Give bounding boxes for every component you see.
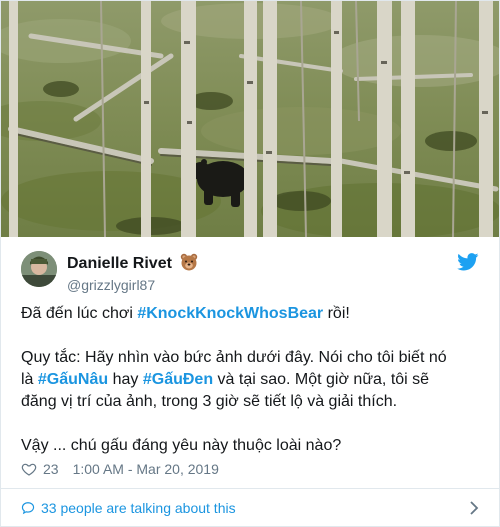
tweet-card: Danielle Rivet @grizzlygirl87 Đã đến lúc… xyxy=(0,0,500,527)
intro-text: Đã đến lúc chơi xyxy=(21,305,138,322)
speech-bubble-icon xyxy=(21,502,35,515)
tweet-photo[interactable] xyxy=(1,1,500,237)
intro-text-end: rồi! xyxy=(323,305,350,322)
handle[interactable]: @grizzlygirl87 xyxy=(67,276,198,294)
tweet-text: Đã đến lúc chơi #KnockKnockWhosBear rồi!… xyxy=(21,303,461,479)
tweet-intro: Đã đến lúc chơi #KnockKnockWhosBear rồi! xyxy=(21,303,461,325)
heart-icon[interactable] xyxy=(21,461,37,477)
conversation-link[interactable]: 33 people are talking about this xyxy=(21,498,479,518)
tweet-header: Danielle Rivet @grizzlygirl87 xyxy=(21,251,479,294)
tweet-meta: 23 1:00 AM - Mar 20, 2019 xyxy=(21,459,219,479)
rules-text-or: hay xyxy=(108,371,143,388)
hashtag-gauden[interactable]: #GấuĐen xyxy=(143,371,213,388)
display-name[interactable]: Danielle Rivet xyxy=(67,255,172,272)
hashtag-gaunau[interactable]: #GấuNâu xyxy=(38,371,108,388)
divider xyxy=(1,488,499,489)
like-count[interactable]: 23 xyxy=(43,461,59,477)
twitter-bird-icon[interactable] xyxy=(457,253,479,271)
talking-count[interactable]: 33 people are talking about this xyxy=(41,500,236,516)
timestamp[interactable]: 1:00 AM - Mar 20, 2019 xyxy=(73,461,219,477)
chevron-right-icon[interactable] xyxy=(469,501,479,515)
avatar[interactable] xyxy=(21,251,57,287)
author-names[interactable]: Danielle Rivet @grizzlygirl87 xyxy=(67,253,198,294)
avatar-image xyxy=(21,251,57,287)
tweet-question: Vậy ... chú gấu đáng yêu này thuộc loài … xyxy=(21,437,342,454)
tweet-rules: Quy tắc: Hãy nhìn vào bức ảnh dưới đây. … xyxy=(21,347,461,413)
bear-emoji-icon xyxy=(180,253,198,276)
hashtag-knockknockwhosbear[interactable]: #KnockKnockWhosBear xyxy=(137,305,323,322)
